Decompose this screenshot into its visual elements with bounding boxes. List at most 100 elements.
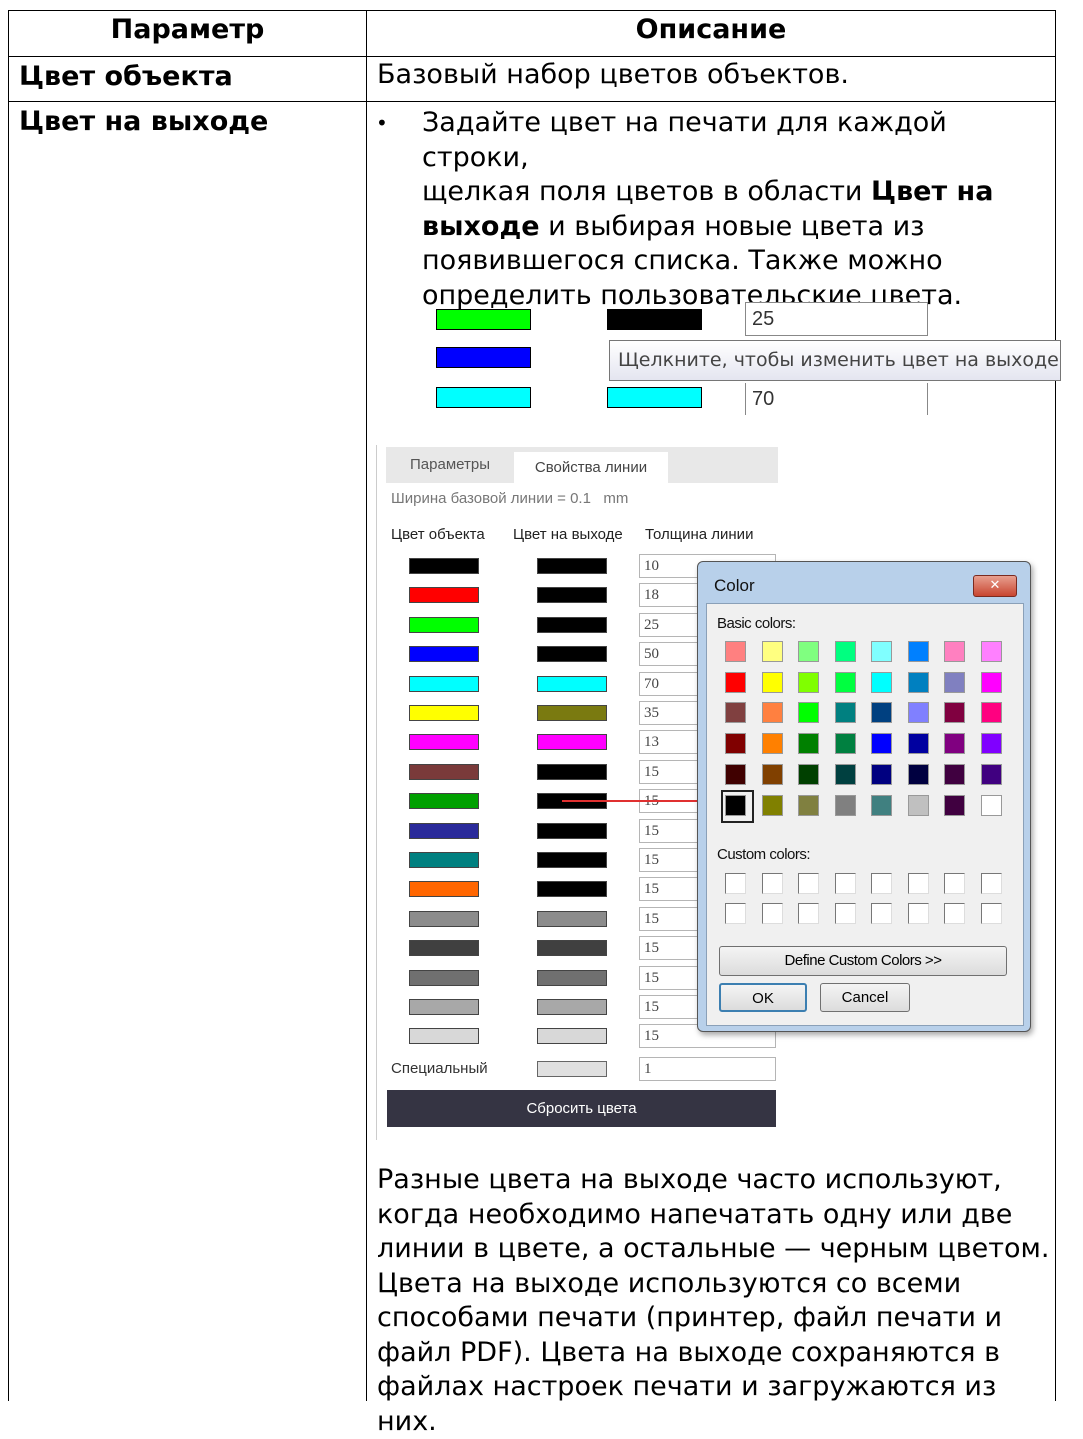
special-label: Специальный [391, 1060, 488, 1077]
output-color-swatch[interactable] [537, 911, 607, 927]
custom-color-cell[interactable] [834, 873, 856, 894]
output-color-swatch-cyan[interactable] [607, 387, 702, 408]
basic-color-cell[interactable] [907, 702, 929, 724]
basic-color-cell[interactable] [944, 763, 965, 785]
custom-color-cell[interactable] [761, 903, 783, 924]
basic-color-cell[interactable] [761, 641, 783, 662]
custom-color-cell[interactable] [871, 903, 892, 924]
dialog-close-button[interactable]: ✕ [973, 575, 1017, 597]
basic-color-cell[interactable] [907, 733, 929, 755]
basic-color-cell[interactable] [871, 763, 892, 785]
basic-color-cell[interactable] [761, 671, 783, 693]
output-color-swatch[interactable] [537, 734, 607, 750]
output-color-swatch[interactable] [537, 705, 607, 721]
basic-color-cell[interactable] [944, 671, 965, 693]
custom-color-cell[interactable] [980, 873, 1002, 894]
basic-color-cell[interactable] [761, 794, 783, 816]
reset-colors-button[interactable]: Сбросить цвета [387, 1090, 776, 1127]
basic-color-cell[interactable] [980, 733, 1002, 755]
output-color-swatch[interactable] [537, 764, 607, 780]
define-custom-colors-button[interactable]: Define Custom Colors >> [719, 946, 1007, 976]
basic-color-cell[interactable] [980, 671, 1002, 693]
custom-color-cell[interactable] [871, 873, 892, 894]
basic-color-cell[interactable] [834, 763, 856, 785]
basic-color-cell[interactable] [798, 763, 819, 785]
ok-button[interactable]: OK [719, 983, 807, 1012]
basic-color-cell[interactable] [871, 702, 892, 724]
basic-color-cell[interactable] [871, 671, 892, 693]
basic-color-cell[interactable] [725, 763, 746, 785]
cancel-button[interactable]: Cancel [820, 983, 910, 1012]
object-color-swatch [409, 970, 479, 986]
custom-color-cell[interactable] [944, 903, 965, 924]
bullet: • [376, 111, 388, 135]
output-color-swatch[interactable] [537, 970, 607, 986]
basic-color-cell[interactable] [980, 794, 1002, 816]
custom-color-cell[interactable] [798, 873, 819, 894]
custom-color-cell[interactable] [980, 903, 1002, 924]
basic-color-cell[interactable] [871, 733, 892, 755]
output-color-swatch[interactable] [537, 617, 607, 633]
output-color-swatch[interactable] [537, 646, 607, 662]
custom-color-cell[interactable] [725, 903, 746, 924]
output-color-swatch[interactable] [537, 999, 607, 1015]
basic-color-cell[interactable] [834, 702, 856, 724]
basic-color-cell[interactable] [834, 671, 856, 693]
basic-color-cell[interactable] [944, 733, 965, 755]
basic-color-cell[interactable] [725, 733, 746, 755]
basic-color-cell[interactable] [834, 794, 856, 816]
basic-color-cell[interactable] [980, 641, 1002, 662]
output-color-swatch[interactable] [537, 676, 607, 692]
basic-color-cell[interactable] [871, 794, 892, 816]
basic-color-cell[interactable] [798, 702, 819, 724]
custom-color-cell[interactable] [798, 903, 819, 924]
basic-color-cell[interactable] [725, 671, 746, 693]
tab-line-properties[interactable]: Свойства линии [514, 452, 668, 483]
basic-color-cell[interactable] [761, 733, 783, 755]
output-color-swatch[interactable] [537, 881, 607, 897]
line-width-field-70[interactable]: 70 [745, 383, 928, 415]
basic-color-cell[interactable] [725, 641, 746, 662]
output-color-swatch[interactable] [537, 587, 607, 603]
output-color-swatch[interactable] [537, 823, 607, 839]
basic-color-cell[interactable] [798, 733, 819, 755]
paragraph-line-4: Цвета на выходе используются со всеми [377, 1267, 962, 1299]
dialog-title: Color [714, 576, 755, 595]
basic-color-cell[interactable] [834, 641, 856, 662]
basic-color-cell[interactable] [761, 702, 783, 724]
output-color-swatch[interactable] [537, 940, 607, 956]
custom-color-cell[interactable] [907, 903, 929, 924]
custom-color-cell[interactable] [944, 873, 965, 894]
output-color-swatch[interactable] [537, 852, 607, 868]
basic-color-cell[interactable] [871, 641, 892, 662]
table-border-top [8, 10, 1056, 11]
output-color-swatch-black[interactable] [607, 309, 702, 330]
output-color-swatch[interactable] [537, 558, 607, 574]
basic-color-cell[interactable] [944, 702, 965, 724]
basic-color-cell[interactable] [725, 702, 746, 724]
basic-color-cell[interactable] [907, 671, 929, 693]
custom-color-cell[interactable] [761, 873, 783, 894]
basic-color-cell[interactable] [944, 794, 965, 816]
basic-color-cell[interactable] [798, 671, 819, 693]
tab-parameters[interactable]: Параметры [386, 447, 514, 483]
basic-color-cell[interactable] [980, 702, 1002, 724]
basic-color-cell[interactable] [725, 794, 746, 816]
output-color-swatch[interactable] [537, 1028, 607, 1044]
custom-color-cell[interactable] [725, 873, 746, 894]
basic-color-cell[interactable] [907, 763, 929, 785]
basic-color-cell[interactable] [907, 641, 929, 662]
basic-color-cell[interactable] [798, 641, 819, 662]
special-output-swatch[interactable] [537, 1061, 607, 1077]
custom-color-cell[interactable] [907, 873, 929, 894]
row1-param: Цвет объекта [19, 61, 233, 92]
basic-color-cell[interactable] [834, 733, 856, 755]
basic-color-cell[interactable] [798, 794, 819, 816]
basic-color-cell[interactable] [944, 641, 965, 662]
line-width-field-25[interactable]: 25 [745, 302, 928, 336]
custom-color-cell[interactable] [834, 903, 856, 924]
basic-color-cell[interactable] [980, 763, 1002, 785]
special-width-field[interactable]: 1 [639, 1057, 776, 1081]
basic-color-cell[interactable] [907, 794, 929, 816]
basic-color-cell[interactable] [761, 763, 783, 785]
